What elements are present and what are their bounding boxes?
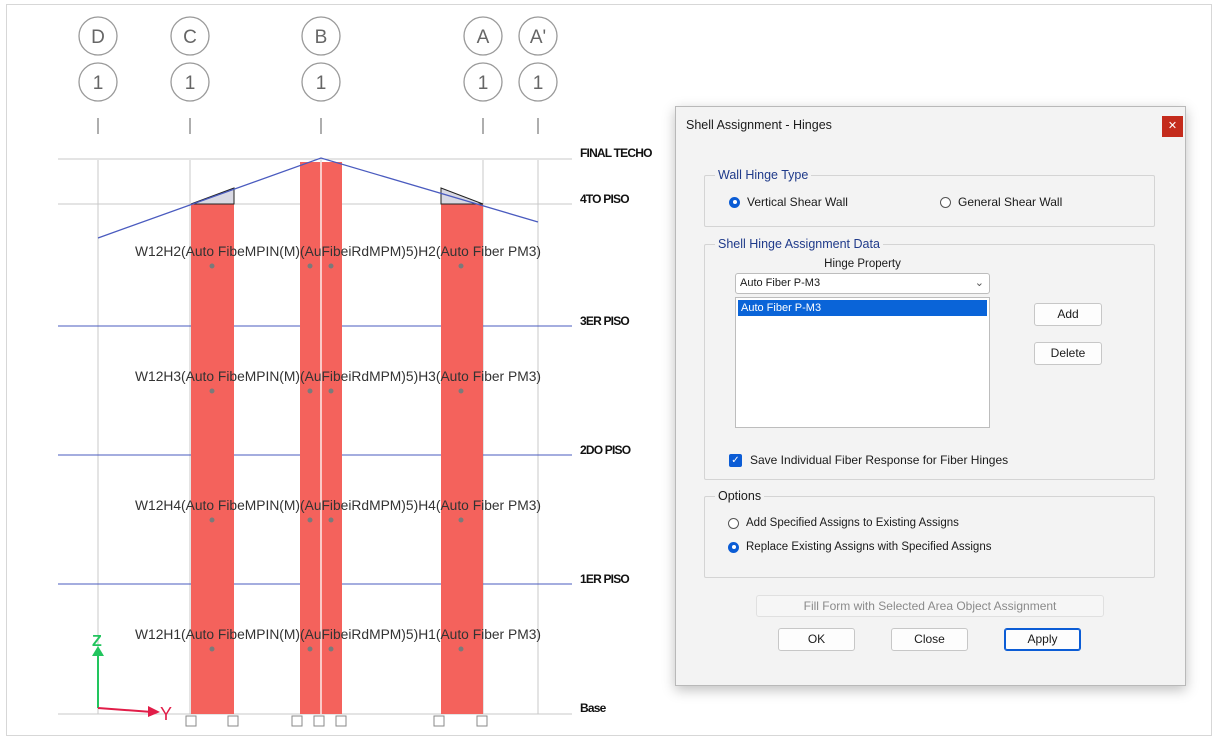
roof-triangle-left [190, 187, 235, 205]
story-label: 4TO PISO [580, 192, 629, 206]
group-title: Wall Hinge Type [715, 168, 812, 182]
radio-replace-assigns[interactable]: Replace Existing Assigns with Specified … [728, 541, 991, 553]
grid-bubble-text: A' [530, 27, 546, 48]
ok-button[interactable]: OK [778, 628, 855, 651]
story-label: 1ER PISO [580, 572, 629, 586]
story-label: FINAL TECHO [580, 146, 652, 160]
grid-bubble-text: D [91, 27, 105, 48]
close-icon[interactable]: ✕ [1162, 116, 1183, 137]
story-label: 3ER PISO [580, 314, 629, 328]
support-icon [185, 715, 197, 727]
axis-y-label: Y [160, 704, 172, 724]
close-button[interactable]: Close [891, 628, 968, 651]
axis-z-label: Z [92, 633, 102, 650]
hinge-label: W12H4(Auto FibeMPIN(M)(AuFibeiRdMPM)5)H4… [135, 498, 541, 513]
grid-bubble-text: 1 [185, 73, 196, 94]
radio-label: Vertical Shear Wall [747, 195, 848, 209]
group-title: Options [715, 489, 765, 503]
list-item[interactable]: Auto Fiber P-M3 [738, 300, 987, 316]
save-fiber-response-checkbox[interactable]: ✓ Save Individual Fiber Response for Fib… [729, 453, 1008, 467]
roof-triangle-right [440, 187, 484, 205]
radio-unselected-icon [728, 517, 739, 529]
radio-label: Add Specified Assigns to Existing Assign… [746, 517, 959, 529]
wall-hinge-type-group: Wall Hinge Type Vertical Shear Wall Gene… [704, 168, 1155, 227]
delete-button[interactable]: Delete [1034, 342, 1102, 365]
radio-unselected-icon [940, 196, 951, 208]
checkbox-label: Save Individual Fiber Response for Fiber… [750, 453, 1009, 467]
axis-triad: Z Y [92, 633, 172, 724]
apply-button[interactable]: Apply [1004, 628, 1081, 651]
grid-bubble-text: B [315, 27, 328, 48]
radio-vertical-shear-wall[interactable]: Vertical Shear Wall [729, 195, 848, 209]
support-icon [227, 715, 239, 727]
grid-bubble-text: 1 [93, 73, 104, 94]
add-button[interactable]: Add [1034, 303, 1102, 326]
support-icon [476, 715, 488, 727]
radio-label: Replace Existing Assigns with Specified … [746, 541, 992, 553]
support-icon [433, 715, 445, 727]
dropdown-value: Auto Fiber P-M3 [740, 277, 821, 289]
hinge-property-label: Hinge Property [824, 258, 901, 270]
grid-bubble-text: A [477, 27, 490, 48]
hinge-label: W12H2(Auto FibeMPIN(M)(AuFibeiRdMPM)5)H2… [135, 244, 541, 259]
support-icon [335, 715, 347, 727]
group-title: Shell Hinge Assignment Data [715, 237, 883, 251]
grid-bubble-text: 1 [533, 73, 544, 94]
hinge-label: W12H1(Auto FibeMPIN(M)(AuFibeiRdMPM)5)H1… [135, 627, 541, 642]
radio-add-assigns[interactable]: Add Specified Assigns to Existing Assign… [728, 517, 959, 529]
radio-label: General Shear Wall [958, 195, 1063, 209]
radio-selected-icon [728, 541, 739, 553]
shell-hinges-dialog: Shell Assignment - Hinges ✕ Wall Hinge T… [675, 106, 1186, 686]
grid-bubble-text: C [183, 27, 197, 48]
options-group: Options Add Specified Assigns to Existin… [704, 489, 1155, 578]
story-label: Base [580, 701, 607, 715]
story-label: 2DO PISO [580, 443, 631, 457]
radio-selected-icon [729, 196, 740, 208]
hinge-label: W12H3(Auto FibeMPIN(M)(AuFibeiRdMPM)5)H3… [135, 369, 541, 384]
fill-form-button[interactable]: Fill Form with Selected Area Object Assi… [756, 595, 1104, 617]
hinge-property-list[interactable]: Auto Fiber P-M3 [735, 297, 990, 428]
support-icon [291, 715, 303, 727]
checkmark-icon: ✓ [729, 453, 742, 467]
chevron-down-icon: ⌄ [974, 277, 984, 289]
grid-bubble-text: 1 [316, 73, 327, 94]
dialog-title: Shell Assignment - Hinges [686, 118, 832, 132]
radio-general-shear-wall[interactable]: General Shear Wall [940, 195, 1062, 209]
support-icon [313, 715, 325, 727]
hinge-property-dropdown[interactable]: Auto Fiber P-M3 ⌄ [735, 273, 990, 294]
grid-bubble-text: 1 [478, 73, 489, 94]
